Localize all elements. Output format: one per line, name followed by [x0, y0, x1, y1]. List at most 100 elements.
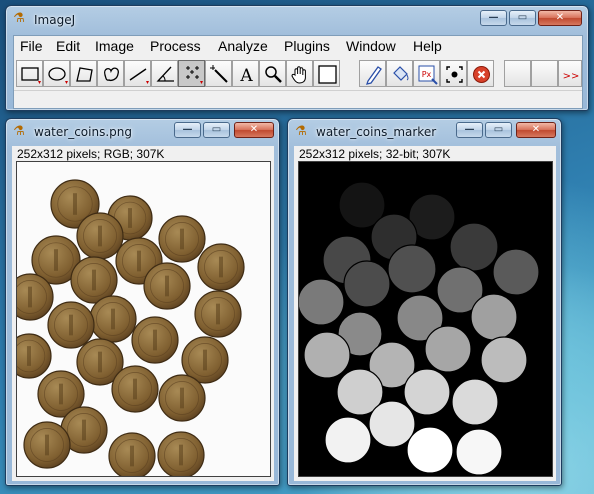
left-minimize-button[interactable]: — [174, 122, 201, 138]
left-window-title: water_coins.png [34, 125, 132, 139]
marker-region [470, 293, 518, 341]
marker-region [303, 331, 351, 379]
angle-tool-icon [156, 66, 174, 82]
more-tools-button[interactable]: >> [558, 60, 582, 87]
pencil-icon [366, 66, 382, 85]
right-window-title: water_coins_marker [316, 125, 437, 139]
menu-window[interactable]: Window [346, 38, 396, 54]
right-client-area: 252x312 pixels; 32-bit; 307K [294, 146, 556, 481]
coin [47, 301, 95, 349]
main-title-bar[interactable]: ⚗ ImageJ — ▭ ✕ [6, 6, 588, 32]
coin [194, 290, 242, 338]
freehand-selection-tool[interactable] [97, 60, 124, 87]
minimize-button[interactable]: — [480, 10, 507, 26]
menu-image[interactable]: Image [95, 38, 134, 54]
main-window-title: ImageJ [34, 13, 76, 27]
imagej-app-icon: ⚗ [13, 11, 25, 26]
roi-icon [446, 66, 463, 83]
pixel-inspector-icon: Px [418, 65, 438, 85]
polygon-selection-tool[interactable] [70, 60, 97, 87]
coin [143, 262, 191, 310]
flood-fill-icon [393, 66, 409, 81]
marker-region [299, 278, 345, 326]
pencil-tool[interactable] [359, 60, 386, 87]
close-button[interactable]: ✕ [538, 10, 582, 26]
pixel-inspector-label: Px [422, 70, 432, 79]
multipoint-tool[interactable] [178, 60, 205, 87]
menu-file[interactable]: File [20, 38, 43, 54]
marker-region [368, 400, 416, 448]
roi-manager-tool[interactable] [440, 60, 467, 87]
coin [108, 432, 156, 476]
freehand-selection-icon [103, 67, 119, 81]
image-window-water-coins: ⚗ water_coins.png — ▭ ✕ 252x312 pixels; … [5, 118, 280, 486]
marker-region [406, 426, 454, 474]
multipoint-tool-icon [186, 66, 203, 84]
marker-region [480, 336, 528, 384]
right-image-info: 252x312 pixels; 32-bit; 307K [299, 147, 451, 161]
angle-tool[interactable] [151, 60, 178, 87]
coin [158, 374, 206, 422]
menu-plugins[interactable]: Plugins [284, 38, 330, 54]
coin [17, 333, 52, 379]
hand-scroll-tool[interactable] [286, 60, 313, 87]
oval-selection-icon [48, 67, 68, 84]
right-close-button[interactable]: ✕ [516, 122, 556, 138]
more-tools-icon: >> [563, 71, 580, 82]
marker-region [324, 416, 372, 464]
coins-image [17, 179, 245, 476]
polygon-selection-icon [76, 67, 93, 82]
stop-icon [473, 66, 490, 83]
maximize-button[interactable]: ▭ [509, 10, 536, 26]
imagej-main-window: ⚗ ImageJ — ▭ ✕ File Edit Image Process A… [5, 5, 589, 111]
marker-region [451, 378, 499, 426]
menu-process[interactable]: Process [150, 38, 201, 54]
left-close-button[interactable]: ✕ [234, 122, 274, 138]
marker-region [343, 260, 391, 308]
marker-region [387, 244, 437, 294]
imagej-app-icon: ⚗ [295, 124, 307, 139]
left-client-area: 252x312 pixels; RGB; 307K [12, 146, 274, 481]
coin [111, 365, 159, 413]
marker-image [299, 181, 540, 476]
pixel-inspector-tool[interactable]: Px [413, 60, 440, 87]
marker-region [403, 368, 451, 416]
line-selection-tool[interactable] [124, 60, 151, 87]
tool-bar: A Px >> [14, 60, 582, 88]
status-bar [14, 90, 582, 109]
color-picker-tool[interactable] [313, 60, 340, 87]
main-client-area: File Edit Image Process Analyze Plugins … [13, 35, 583, 109]
menu-help[interactable]: Help [413, 38, 442, 54]
image-window-water-coins-marker: ⚗ water_coins_marker — ▭ ✕ 252x312 pixel… [287, 118, 562, 486]
menu-analyze[interactable]: Analyze [218, 38, 268, 54]
left-image-info: 252x312 pixels; RGB; 307K [17, 147, 165, 161]
coin [131, 316, 179, 364]
empty-tool-slot-1[interactable] [504, 60, 531, 87]
flood-fill-tool[interactable] [386, 60, 413, 87]
magnifier-tool[interactable] [259, 60, 286, 87]
marker-region [449, 222, 499, 272]
rectangle-selection-tool[interactable] [16, 60, 43, 87]
more-tools-label: >> [563, 71, 580, 82]
right-maximize-button[interactable]: ▭ [485, 122, 512, 138]
rectangle-selection-icon [21, 67, 41, 84]
stop-tool[interactable] [467, 60, 494, 87]
coin [197, 243, 245, 291]
oval-selection-tool[interactable] [43, 60, 70, 87]
wand-tool-icon [210, 65, 228, 83]
menu-edit[interactable]: Edit [56, 38, 80, 54]
menu-bar: File Edit Image Process Analyze Plugins … [14, 36, 582, 56]
empty-tool-slot-2[interactable] [531, 60, 558, 87]
left-title-bar[interactable]: ⚗ water_coins.png — ▭ ✕ [6, 119, 279, 145]
left-maximize-button[interactable]: ▭ [203, 122, 230, 138]
right-minimize-button[interactable]: — [456, 122, 483, 138]
coins-image-canvas[interactable] [16, 161, 271, 477]
text-tool-label: A [239, 66, 253, 86]
wand-tool[interactable] [205, 60, 232, 87]
color-picker-icon [318, 65, 337, 84]
coin [23, 421, 71, 469]
text-tool[interactable]: A [232, 60, 259, 87]
right-title-bar[interactable]: ⚗ water_coins_marker — ▭ ✕ [288, 119, 561, 145]
marker-image-canvas[interactable] [298, 161, 553, 477]
coin [89, 295, 137, 343]
